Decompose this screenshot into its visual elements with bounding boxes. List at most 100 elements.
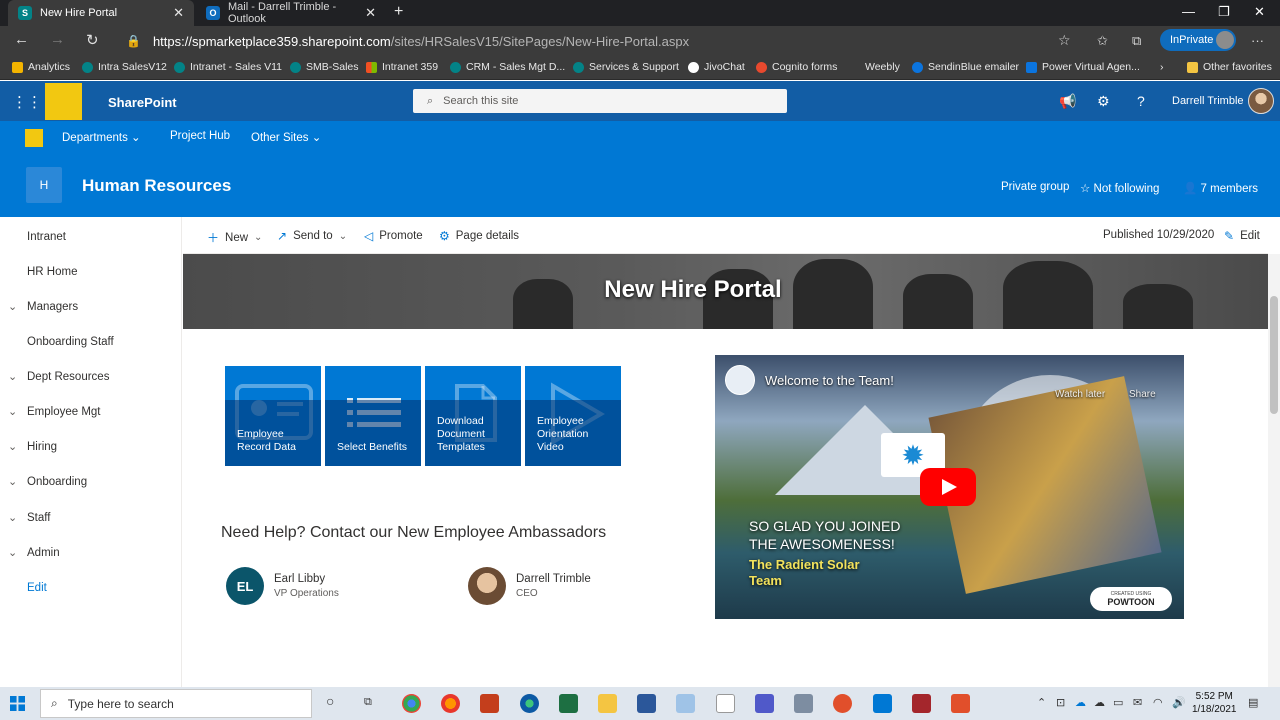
favorite-item[interactable]: Cognito forms [756,61,837,73]
user-name[interactable]: Darrell Trimble [1172,95,1244,107]
site-title[interactable]: Human Resources [82,176,231,196]
more-options-icon[interactable]: ··· [1251,33,1264,48]
chevron-down-icon[interactable]: ⌄ [8,440,17,453]
app-icon[interactable] [951,694,970,713]
video-title[interactable]: Welcome to the Team! [765,373,894,388]
windows-start-icon[interactable] [10,696,25,711]
nav-item-onboarding[interactable]: ⌄ Onboarding [0,464,180,499]
taskbar-search-input[interactable]: ⌕ Type here to search [40,689,312,718]
tray-icon[interactable]: ⊡ [1056,696,1065,709]
window-close-icon[interactable]: ✕ [1254,4,1265,20]
task-view-icon[interactable]: ⧉ [364,696,372,709]
site-search-input[interactable]: ⌕ Search this site [413,89,787,113]
app-icon[interactable] [676,694,695,713]
tile-employee-record-data[interactable]: Employee Record Data [225,366,321,466]
cortana-icon[interactable]: ○ [326,693,334,709]
favorite-item[interactable]: SendinBlue emailer [912,61,1019,73]
tab-outlook-mail[interactable]: O Mail - Darrell Trimble - Outlook ✕ [196,0,386,26]
app-icon[interactable] [912,694,931,713]
refresh-icon[interactable]: ↻ [86,31,99,49]
calculator-icon[interactable] [794,694,813,713]
follow-button[interactable]: ☆ Not following [1080,181,1159,195]
chevron-down-icon[interactable]: ⌄ [8,300,17,313]
hub-item-other-sites[interactable]: Other Sites ⌄ [251,130,321,144]
minimize-icon[interactable]: — [1182,4,1195,19]
nav-item-hr-home[interactable]: HR Home [0,254,180,289]
chevron-right-icon[interactable]: › [1160,61,1164,73]
share-button[interactable]: Share [1129,389,1156,400]
onedrive-icon[interactable]: ☁ [1075,696,1086,709]
close-tab-icon[interactable]: ✕ [173,5,184,21]
maximize-icon[interactable]: ❐ [1218,4,1230,20]
favorite-item[interactable]: Intranet - Sales V11 [174,61,282,73]
favorite-item[interactable]: Weebly [865,61,900,73]
chevron-down-icon[interactable]: ⌄ [8,546,17,559]
tile-download-templates[interactable]: Download Document Templates [425,366,521,466]
nav-item-staff[interactable]: ⌄ Staff [0,500,180,535]
favorite-item[interactable]: Services & Support [573,61,679,73]
onedrive-personal-icon[interactable]: ☁ [1094,696,1105,709]
address-input[interactable]: 🔒 https://spmarketplace359.sharepoint.co… [116,29,1086,53]
nav-item-intranet[interactable]: Intranet [0,219,180,254]
site-logo[interactable]: H [26,167,62,203]
tray-icon[interactable]: ✉ [1133,696,1142,709]
file-explorer-icon[interactable] [598,694,617,713]
close-tab-icon[interactable]: ✕ [365,5,376,21]
favorite-star-icon[interactable]: ☆ [1058,32,1071,49]
hub-icon[interactable] [25,129,43,147]
excel-icon[interactable] [559,694,578,713]
inprivate-badge[interactable]: InPrivate [1160,29,1236,51]
volume-icon[interactable]: 🔊 [1172,696,1186,709]
promote-button[interactable]: ◁ Promote [364,229,423,243]
hub-logo[interactable] [45,83,82,120]
favorite-item[interactable]: Analytics [12,61,70,73]
channel-avatar[interactable] [725,365,755,395]
favorite-item[interactable]: SMB-Sales [290,61,359,73]
hub-item-project-hub[interactable]: Project Hub [170,130,230,142]
chevron-down-icon[interactable]: ⌄ [8,370,17,383]
wifi-icon[interactable]: ◠ [1153,696,1163,709]
favorite-item[interactable]: Power Virtual Agen... [1026,61,1140,73]
show-hidden-icons-icon[interactable]: ⌃ [1037,696,1046,709]
chevron-down-icon[interactable]: ⌄ [8,475,17,488]
chevron-down-icon[interactable]: ⌄ [8,405,17,418]
back-icon[interactable]: ← [14,31,29,48]
nav-item-onboarding-staff[interactable]: Onboarding Staff [0,324,180,359]
nav-item-managers[interactable]: ⌄ Managers [0,289,180,324]
gear-icon[interactable]: ⚙ [1097,93,1110,110]
new-button[interactable]: ＋ New ⌄ [207,229,262,246]
avatar[interactable] [1248,88,1274,114]
teams-icon[interactable] [755,694,774,713]
collections-icon[interactable]: ⧉ [1132,33,1141,49]
nav-item-hiring[interactable]: ⌄ Hiring [0,429,180,464]
tile-select-benefits[interactable]: Select Benefits [325,366,421,466]
page-details-button[interactable]: ⚙ Page details [439,229,519,243]
forward-icon[interactable]: → [50,31,65,48]
app-icon[interactable] [833,694,852,713]
favorite-item[interactable]: Intra SalesV12 [82,61,167,73]
notepad-icon[interactable] [716,694,735,713]
help-icon[interactable]: ? [1137,93,1145,109]
hub-item-departments[interactable]: Departments ⌄ [62,130,141,144]
favorite-item[interactable]: JivoChat [688,61,745,73]
nav-item-admin[interactable]: ⌄ Admin [0,535,180,570]
other-favorites[interactable]: Other favorites [1187,61,1272,73]
nav-item-employee-mgt[interactable]: ⌄ Employee Mgt [0,394,180,429]
app-icon[interactable] [873,694,892,713]
tile-orientation-video[interactable]: Employee Orientation Video [525,366,621,466]
new-tab-icon[interactable]: + [394,3,403,21]
chrome-icon[interactable] [402,694,421,713]
nav-item-dept-resources[interactable]: ⌄ Dept Resources [0,359,180,394]
tray-icon[interactable]: ▭ [1113,696,1123,709]
members-button[interactable]: 👤 7 members [1183,181,1258,195]
send-to-button[interactable]: ↗ Send to ⌄ [277,229,347,243]
edge-icon[interactable] [520,694,539,713]
favorites-icon[interactable]: ✩ [1097,33,1108,49]
favorite-item[interactable]: CRM - Sales Mgt D... [450,61,565,73]
app-name[interactable]: SharePoint [108,95,177,110]
word-icon[interactable] [637,694,656,713]
tab-new-hire-portal[interactable]: S New Hire Portal ✕ [8,0,194,26]
youtube-video-embed[interactable]: Welcome to the Team! Watch later Share ✹… [715,355,1184,619]
scrollbar-thumb[interactable] [1270,296,1278,414]
page-scrollbar[interactable] [1268,254,1280,687]
